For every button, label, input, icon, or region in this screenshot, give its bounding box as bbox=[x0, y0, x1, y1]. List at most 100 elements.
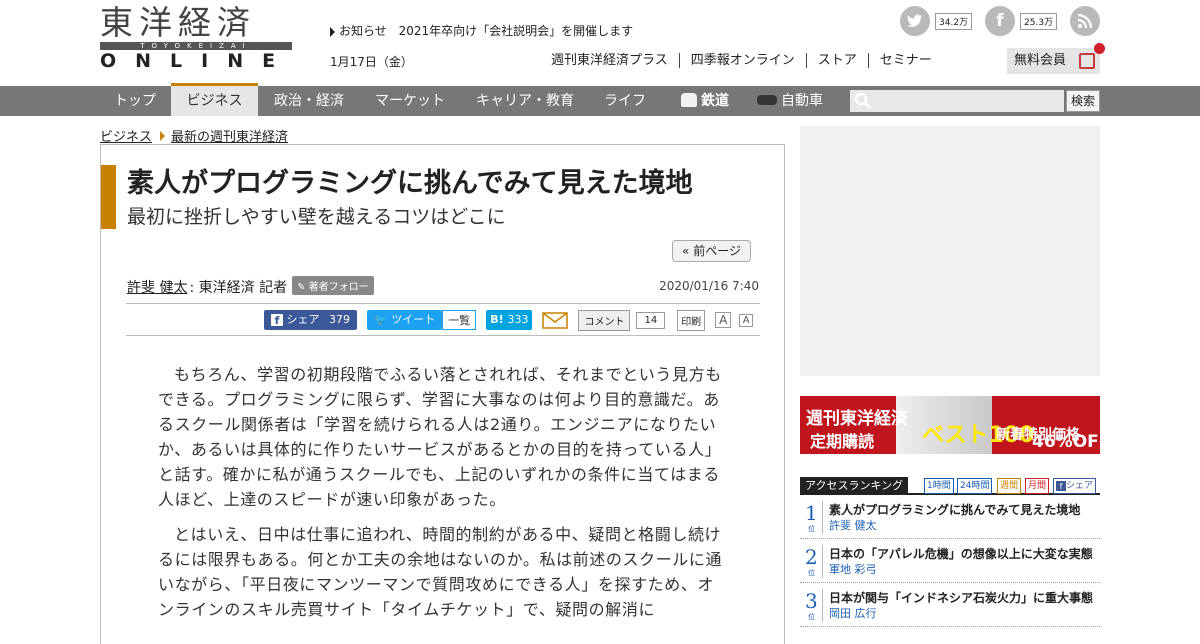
article-title: 素人がプログラミングに挑んでみて見えた境地 bbox=[127, 168, 693, 199]
promo-discount: 46%OFF bbox=[1032, 432, 1100, 452]
breadcrumb-weekly[interactable]: 最新の週刊東洋経済 bbox=[171, 130, 288, 145]
promo-subscribe: 定期購読 bbox=[810, 432, 875, 451]
article-subtitle: 最初に挫折しやすい壁を越えるコツはどこに bbox=[127, 206, 506, 228]
comment-count: 14 bbox=[636, 311, 666, 329]
paragraph: もちろん、学習の初期段階でふるい落とされれば、それまでという見方もできる。プログ… bbox=[158, 365, 722, 509]
list-link[interactable]: 一覧 bbox=[442, 310, 477, 330]
top-link-seminar[interactable]: セミナー bbox=[867, 53, 943, 68]
ranking-tab-share[interactable]: f シェア bbox=[1053, 478, 1097, 494]
tweet-bird-icon: 🐦 bbox=[374, 313, 388, 326]
ranking-tab-month[interactable]: 月間 bbox=[1025, 478, 1050, 494]
font-size-small-button[interactable]: A bbox=[739, 313, 754, 327]
follow-author-button[interactable]: ✎ 著者フォロー bbox=[292, 276, 374, 295]
facebook-share-label: シェア bbox=[286, 313, 320, 326]
tweet-label: ツイート bbox=[391, 313, 436, 326]
ranking-title: アクセスランキング bbox=[800, 477, 909, 495]
divider bbox=[126, 335, 760, 336]
car-icon bbox=[757, 95, 777, 105]
top-links: 週刊東洋経済プラス 四季報オンライン ストア セミナー bbox=[540, 53, 943, 68]
author-role: : 東洋経済 記者 bbox=[189, 280, 288, 296]
twitter-count: 34.2万 bbox=[935, 13, 973, 30]
author-line: 許斐 健太: 東洋経済 記者 ✎ 著者フォロー bbox=[127, 276, 374, 297]
ad-slot[interactable] bbox=[800, 126, 1100, 376]
ranking-tab-24h[interactable]: 24時間 bbox=[957, 478, 993, 494]
member-button[interactable]: 無料会員 bbox=[1007, 43, 1105, 74]
site-logo[interactable]: 東洋経済 TOYOKEIZAI ONLINE bbox=[100, 3, 300, 72]
search-icon bbox=[854, 92, 872, 110]
article-body: もちろん、学習の初期段階でふるい落とされれば、それまでという見方もできる。プログ… bbox=[158, 362, 728, 632]
print-button[interactable]: 印刷 bbox=[677, 309, 706, 331]
breadcrumb-business[interactable]: ビジネス bbox=[100, 130, 152, 145]
facebook-share-icon: f bbox=[271, 314, 283, 327]
gift-icon bbox=[1079, 53, 1095, 69]
rank-title[interactable]: 日本が関与「インドネシア石炭火力」に重大事態 bbox=[829, 589, 1093, 606]
subscription-banner[interactable]: 週刊東洋経済 定期購読 ベスト100 新春特別価格 46%OFF bbox=[800, 396, 1100, 454]
access-ranking: アクセスランキング 1時間 24時間 週間 月間 f シェア 1位 素人がプログラ… bbox=[800, 477, 1100, 627]
rank-suffix: 位 bbox=[808, 525, 815, 533]
rank-divider bbox=[822, 589, 823, 622]
follow-pen-icon: ✎ bbox=[297, 282, 309, 293]
mail-icon[interactable] bbox=[542, 310, 569, 330]
twitter-icon[interactable] bbox=[900, 6, 930, 36]
facebook-count: 25.3万 bbox=[1020, 13, 1058, 30]
ranking-item[interactable]: 2位 日本の「アパレル危機」の想像以上に大変な実態 軍地 彩弓 bbox=[800, 539, 1100, 583]
nav-top[interactable]: トップ bbox=[100, 86, 170, 116]
search-input[interactable] bbox=[850, 90, 1064, 112]
rank-number: 1 bbox=[805, 501, 818, 525]
nav-market[interactable]: マーケット bbox=[360, 86, 460, 116]
rss-icon[interactable] bbox=[1070, 6, 1100, 36]
notice[interactable]: お知らせ 2021年卒向け「会社説明会」を開催します bbox=[330, 22, 633, 39]
logo-kanji: 東洋経済 bbox=[100, 3, 256, 42]
top-link-plus[interactable]: 週刊東洋経済プラス bbox=[540, 53, 679, 68]
member-label: 無料会員 bbox=[1014, 53, 1067, 68]
facebook-icon[interactable]: f bbox=[985, 6, 1015, 36]
ranking-item[interactable]: 1位 素人がプログラミングに挑んでみて見えた境地 許斐 健太 bbox=[800, 495, 1100, 539]
author-name[interactable]: 許斐 健太 bbox=[127, 280, 187, 296]
ranking-item[interactable]: 3位 日本が関与「インドネシア石炭火力」に重大事態 岡田 広行 bbox=[800, 583, 1100, 627]
nav-politics[interactable]: 政治・経済 bbox=[258, 86, 360, 116]
notice-text[interactable]: 2021年卒向け「会社説明会」を開催します bbox=[399, 24, 634, 38]
rank-author[interactable]: 岡田 広行 bbox=[829, 605, 877, 621]
breadcrumb-arrow-icon bbox=[160, 131, 166, 141]
hatena-bookmark-button[interactable]: B! 333 bbox=[486, 310, 533, 330]
rank-title[interactable]: 素人がプログラミングに挑んでみて見えた境地 bbox=[829, 501, 1080, 518]
comment-button[interactable]: コメント bbox=[578, 309, 631, 331]
logo-bar: TOYOKEIZAI bbox=[100, 42, 292, 50]
rank-divider bbox=[822, 501, 823, 534]
notification-dot bbox=[1094, 43, 1105, 54]
current-date: 1月17日（金） bbox=[330, 55, 413, 69]
prev-page-button[interactable]: « 前ページ bbox=[672, 240, 751, 262]
font-size-large-button[interactable]: A bbox=[715, 312, 732, 328]
facebook-share-count: 379 bbox=[329, 313, 350, 326]
article: 素人がプログラミングに挑んでみて見えた境地 最初に挫折しやすい壁を越えるコツはど… bbox=[100, 144, 785, 644]
rank-suffix: 位 bbox=[808, 613, 815, 621]
nav-career[interactable]: キャリア・教育 bbox=[460, 86, 590, 116]
share-bar: f シェア 379 🐦 ツイート 一覧 B! 333 コメント 14 印刷 A … bbox=[264, 309, 754, 331]
facebook-share-button[interactable]: f シェア 379 bbox=[264, 310, 357, 330]
nav-business[interactable]: ビジネス bbox=[171, 83, 258, 116]
ranking-header: アクセスランキング 1時間 24時間 週間 月間 f シェア bbox=[800, 477, 1100, 495]
nav-railway[interactable]: 鉄道 bbox=[665, 86, 745, 116]
top-link-shikiho[interactable]: 四季報オンライン bbox=[678, 53, 806, 68]
rank-title[interactable]: 日本の「アパレル危機」の想像以上に大変な実態 bbox=[829, 545, 1093, 562]
search-button[interactable]: 検索 bbox=[1066, 90, 1100, 112]
nav-auto[interactable]: 自動車 bbox=[750, 86, 830, 116]
nav-life[interactable]: ライフ bbox=[590, 86, 660, 116]
ranking-tab-week[interactable]: 週間 bbox=[997, 478, 1022, 494]
promo-magazine: 週刊東洋経済 bbox=[806, 409, 908, 429]
top-link-store[interactable]: ストア bbox=[805, 53, 868, 68]
train-icon bbox=[681, 93, 697, 107]
notice-arrow-icon bbox=[330, 26, 335, 37]
rank-author[interactable]: 軍地 彩弓 bbox=[829, 561, 877, 577]
hatena-count: 333 bbox=[507, 313, 529, 326]
ranking-tab-1h[interactable]: 1時間 bbox=[924, 478, 954, 494]
hatena-label: B! bbox=[490, 313, 504, 326]
follow-label: 著者フォロー bbox=[308, 282, 369, 293]
rank-suffix: 位 bbox=[808, 569, 815, 577]
logo-online: ONLINE bbox=[100, 50, 295, 72]
tweet-button[interactable]: 🐦 ツイート bbox=[367, 310, 443, 330]
rank-author[interactable]: 許斐 健太 bbox=[829, 517, 877, 533]
divider bbox=[126, 303, 760, 304]
rank-number: 3 bbox=[805, 589, 818, 613]
publish-date: 2020/01/16 7:40 bbox=[659, 279, 759, 293]
